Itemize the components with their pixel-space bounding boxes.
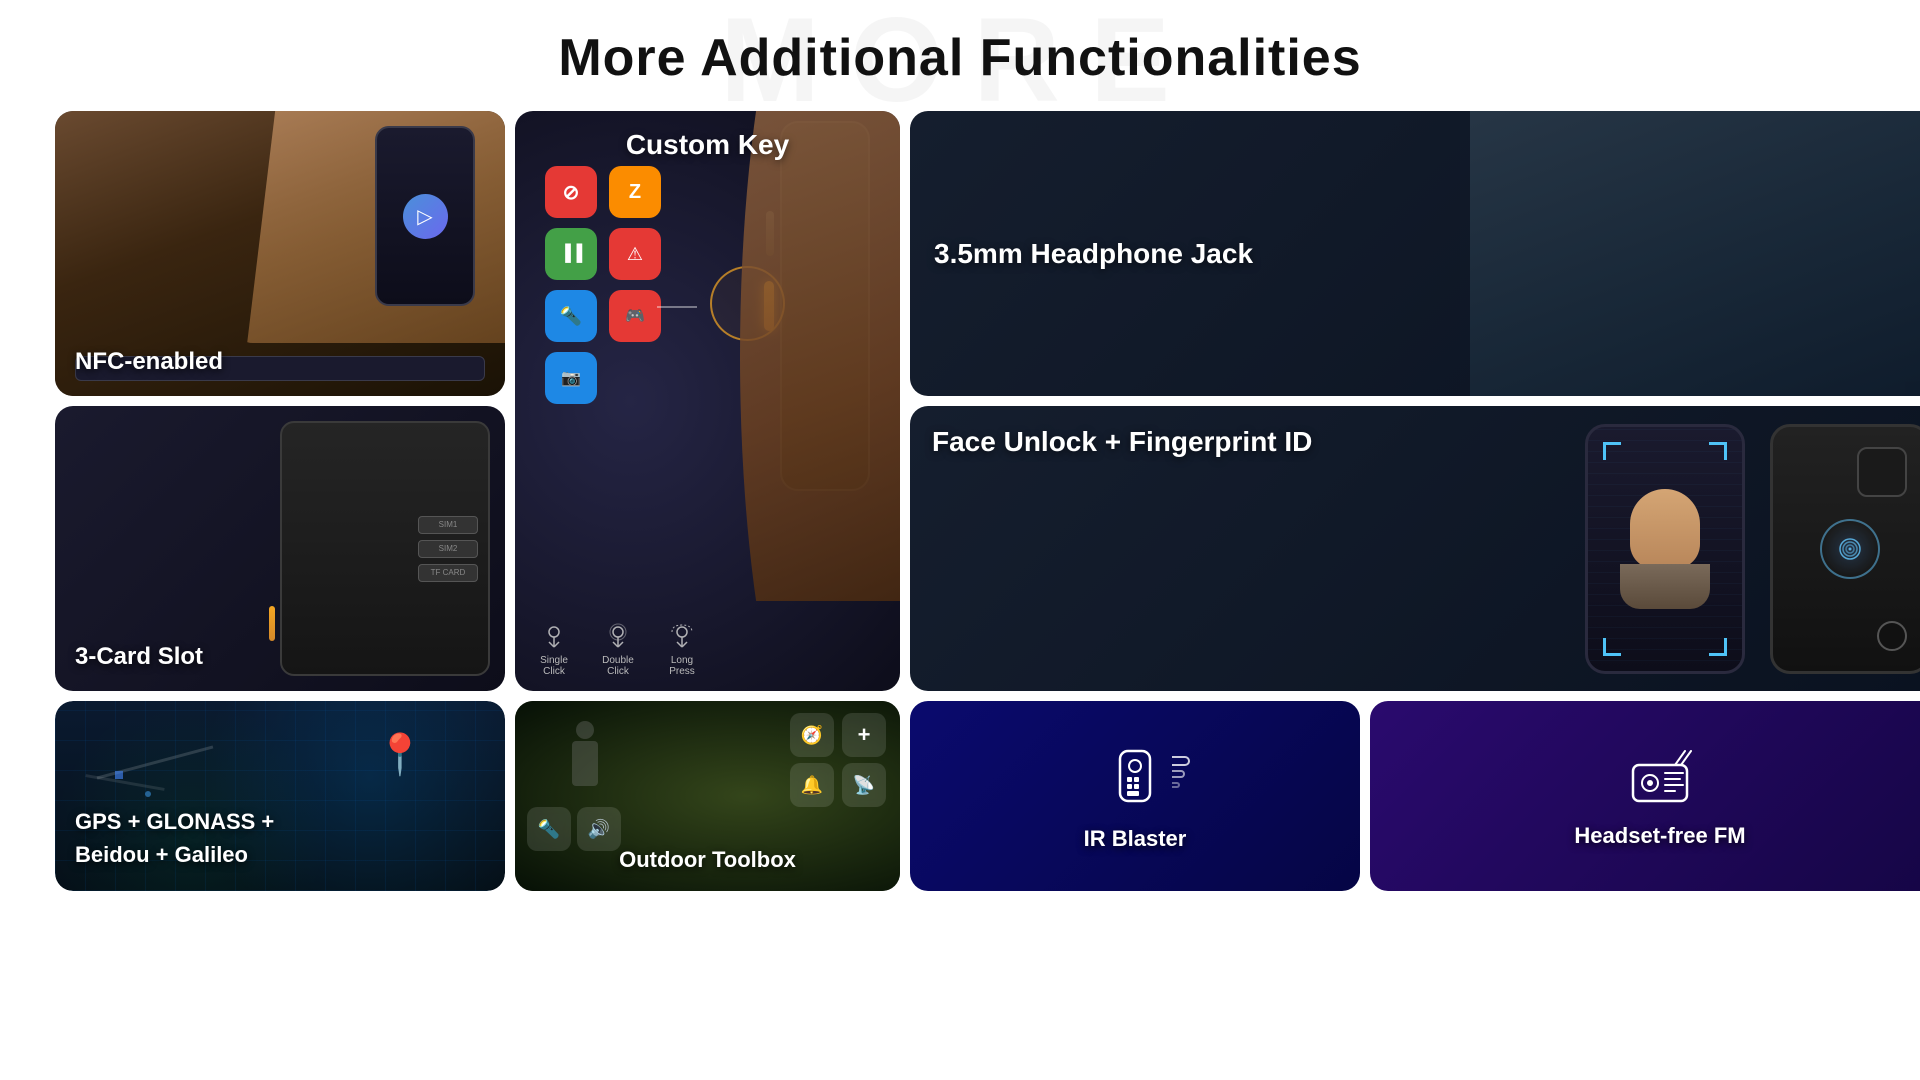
custom-key-bg: Custom Key ⊘ Z ▐▐ ⚠ 🔦 🎮 📷 — [515, 111, 900, 691]
fu-corner-tr — [1709, 442, 1727, 460]
sc-label: 3-Card Slot — [75, 643, 203, 670]
fu-phones-area — [1585, 406, 1920, 691]
fm-label: Headset-free FM — [1574, 823, 1745, 849]
ir-icon-area — [1100, 741, 1170, 816]
single-click-item: Single Click — [529, 622, 579, 677]
long-press-label: Long Press — [657, 655, 707, 677]
sc-phone-sim: SIM1 SIM2 TF CARD — [280, 421, 490, 676]
fm-card: Headset-free FM — [1370, 701, 1920, 891]
gps-dot-1 — [115, 771, 123, 779]
ot-icons-top-right: 🧭 + 🔔 📡 — [790, 713, 888, 807]
gps-dot-2 — [145, 791, 151, 797]
jack-area — [1748, 394, 1920, 396]
headphone-label: 3.5mm Headphone Jack — [934, 238, 1253, 269]
single-click-icon — [539, 622, 569, 652]
ot-bg: 🧭 + 🔔 📡 🔦 🔊 Outdoor Toolbox — [515, 701, 900, 891]
headphone-card: 3.5mm Headphone Jack — [910, 111, 1920, 396]
ot-icon-alert-bell: 🔔 — [790, 763, 834, 807]
fu-face-sim — [1620, 489, 1710, 609]
face-unlock-label: Face Unlock + Fingerprint ID — [932, 426, 1312, 457]
gps-card: 📍 GPS + GLONASS +Beidou + Galileo — [55, 701, 505, 891]
features-grid: ▷ NFC-enabled Custom Key ⊘ Z ▐▐ ⚠ 🔦 🎮 📷 — [0, 111, 1920, 891]
ck-icon-6: 🎮 — [609, 290, 661, 342]
ck-icon-7: 📷 — [545, 352, 597, 404]
ck-bottom-labels: Single Click Double Click — [529, 622, 886, 677]
fingerprint-circle — [1820, 519, 1880, 579]
gps-bg: 📍 GPS + GLONASS +Beidou + Galileo — [55, 701, 505, 891]
fm-radio-icon — [1625, 743, 1695, 813]
ir-label: IR Blaster — [1084, 826, 1187, 852]
ck-icon-4: ⚠ — [609, 228, 661, 280]
face-unlock-label-container: Face Unlock + Fingerprint ID — [932, 426, 1312, 458]
connector-line — [657, 306, 697, 308]
single-click-label: Single Click — [529, 655, 579, 677]
nfc-label-container: NFC-enabled — [75, 348, 223, 376]
ir-wave-3 — [1172, 782, 1180, 788]
ot-icons-bottom-left: 🔦 🔊 — [527, 807, 621, 851]
fu-corner-tl — [1603, 442, 1621, 460]
fu-face-body — [1620, 564, 1710, 609]
nfc-card: ▷ NFC-enabled — [55, 111, 505, 396]
nfc-bg: ▷ NFC-enabled — [55, 111, 505, 396]
long-press-item: Long Press — [657, 622, 707, 677]
headphone-bg: 3.5mm Headphone Jack — [910, 111, 1920, 396]
page-title-area: MORE More Additional Functionalities — [0, 0, 1920, 106]
ot-label: Outdoor Toolbox — [619, 847, 796, 872]
gps-label: GPS + GLONASS +Beidou + Galileo — [75, 809, 274, 867]
slot-1: SIM1 — [418, 516, 478, 534]
double-click-icon — [603, 622, 633, 652]
custom-key-icons: ⊘ Z ▐▐ ⚠ 🔦 🎮 📷 — [545, 166, 663, 404]
outdoor-toolbox-card: 🧭 + 🔔 📡 🔦 🔊 Outdoor Toolbox — [515, 701, 900, 891]
ot-icon-compass: 🧭 — [790, 713, 834, 757]
fu-camera-cluster — [1857, 447, 1907, 497]
nfc-label: NFC-enabled — [75, 348, 223, 375]
sc-gold-band — [269, 606, 275, 641]
fu-corner-br — [1709, 638, 1727, 656]
headphone-device-sim — [1470, 111, 1920, 396]
custom-key-title: Custom Key — [626, 129, 789, 160]
nfc-phone-display: ▷ — [375, 126, 475, 306]
custom-key-title-container: Custom Key — [626, 129, 789, 161]
ck-hand-sim — [700, 111, 900, 601]
sc-label-container: 3-Card Slot — [75, 643, 203, 671]
nfc-phone-icon: ▷ — [403, 194, 448, 239]
page-title: More Additional Functionalities — [0, 28, 1920, 88]
ot-icon-signal: 📡 — [842, 763, 886, 807]
ir-wave-1 — [1172, 756, 1190, 766]
double-click-label: Double Click — [593, 655, 643, 677]
ot-icon-plus: + — [842, 713, 886, 757]
ir-signals — [1172, 756, 1190, 788]
ck-icon-5: 🔦 — [545, 290, 597, 342]
three-card-slot-card: SIM1 SIM2 TF CARD 3-Card Slot — [55, 406, 505, 691]
long-press-icon — [667, 622, 697, 652]
gps-label-container: GPS + GLONASS +Beidou + Galileo — [75, 805, 274, 871]
ck-icon-1: ⊘ — [545, 166, 597, 218]
ir-wave-2 — [1172, 770, 1185, 778]
face-unlock-bg: Face Unlock + Fingerprint ID — [910, 406, 1920, 691]
double-click-item: Double Click — [593, 622, 643, 677]
fm-bg: Headset-free FM — [1370, 701, 1920, 891]
ot-icon-speaker: 🔊 — [577, 807, 621, 851]
fu-phone-back — [1770, 424, 1920, 674]
sc-bg: SIM1 SIM2 TF CARD 3-Card Slot — [55, 406, 505, 691]
ck-icon-2: Z — [609, 166, 661, 218]
fu-face-head — [1630, 489, 1700, 569]
fu-corner-bl — [1603, 638, 1621, 656]
custom-key-card: Custom Key ⊘ Z ▐▐ ⚠ 🔦 🎮 📷 — [515, 111, 900, 691]
ir-bg: IR Blaster — [910, 701, 1360, 891]
gps-pin-icon: 📍 — [375, 731, 425, 778]
ck-icon-3: ▐▐ — [545, 228, 597, 280]
headphone-label-container: 3.5mm Headphone Jack — [934, 238, 1253, 270]
ot-icon-flashlight: 🔦 — [527, 807, 571, 851]
fingerprint-icon — [1836, 535, 1864, 563]
slot-tf: TF CARD — [418, 564, 478, 582]
ir-blaster-card: IR Blaster — [910, 701, 1360, 891]
ot-hiker-sim — [555, 721, 615, 811]
fu-phone-front — [1585, 424, 1745, 674]
slot-2: SIM2 — [418, 540, 478, 558]
face-unlock-card: Face Unlock + Fingerprint ID — [910, 406, 1920, 691]
ir-remote-icon — [1100, 741, 1170, 811]
fu-side-btn — [1877, 621, 1907, 651]
ot-label-container: Outdoor Toolbox — [619, 847, 796, 873]
